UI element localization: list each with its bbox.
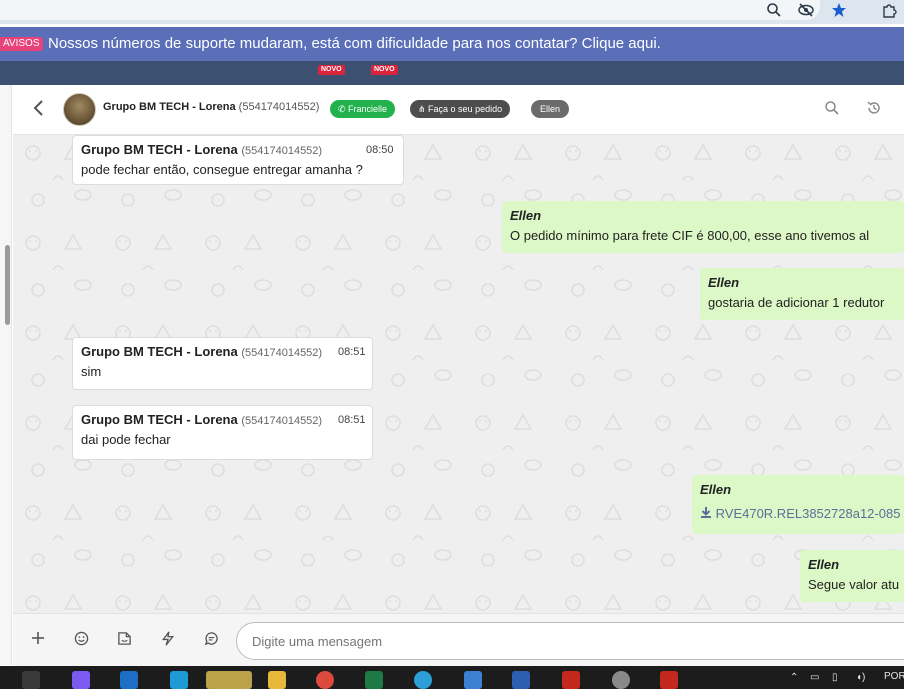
contact-name: Grupo BM TECH - Lorena (103, 101, 236, 113)
task-view-icon[interactable] (22, 671, 40, 689)
message-text: O pedido mínimo para frete CIF é 800,00,… (510, 228, 870, 243)
emoji-icon[interactable] (71, 631, 91, 651)
language-indicator[interactable]: POR (884, 671, 904, 683)
browser-toolbar (0, 0, 904, 24)
message-composer (13, 613, 904, 666)
conversation-header: Grupo BM TECH - Lorena (554174014552) ✆ … (13, 85, 904, 135)
network-icon[interactable]: ▭ (810, 672, 819, 684)
agent-tag-label: Francielle (348, 104, 388, 114)
os-taskbar: ⌃ ▭ ▯ ◖) POR (0, 666, 904, 689)
message-time: 08:51 (338, 414, 366, 426)
whatsapp-icon: ✆ (338, 104, 349, 114)
order-tag-label: Faça o seu pedido (428, 104, 503, 114)
left-scrollbar[interactable] (5, 245, 10, 325)
zoom-icon[interactable] (765, 2, 783, 20)
message-sender: Grupo BM TECH - Lorena (554174014552) (81, 412, 323, 427)
message-text: Segue valor atu (808, 577, 900, 592)
incoming-message[interactable]: Grupo BM TECH - Lorena (554174014552) 08… (72, 337, 373, 390)
skype-icon[interactable] (170, 671, 188, 689)
extensions-icon[interactable] (880, 2, 898, 20)
plus-icon[interactable] (28, 631, 48, 651)
file-name: RVE470R.REL3852728a12-085 (715, 506, 901, 521)
message-author: Ellen (708, 275, 740, 290)
left-panel-edge (0, 85, 12, 665)
contact-avatar[interactable] (63, 93, 96, 126)
notice-tag: AVISOS (0, 37, 43, 51)
message-text: sim (81, 364, 102, 379)
order-tag[interactable]: ⋔ Faça o seu pedido (410, 100, 511, 118)
message-sender: Grupo BM TECH - Lorena (554174014552) (81, 344, 323, 359)
edge-icon[interactable] (414, 671, 432, 689)
notice-message[interactable]: Nossos números de suporte mudaram, está … (48, 27, 661, 61)
file-explorer-icon[interactable] (268, 671, 286, 689)
sticker-icon[interactable] (114, 631, 134, 651)
outgoing-message[interactable]: Ellen O pedido mínimo para frete CIF é 8… (502, 201, 904, 253)
search-icon[interactable] (823, 100, 841, 118)
new-badge: NOVO (371, 65, 398, 75)
back-arrow-icon[interactable] (29, 97, 51, 121)
message-author: Ellen (700, 482, 732, 497)
star-icon[interactable] (830, 2, 848, 20)
lightning-icon[interactable] (158, 631, 178, 651)
excel-icon[interactable] (365, 671, 383, 689)
support-notice-banner[interactable]: AVISOS Nossos números de suporte mudaram… (0, 27, 904, 61)
eye-off-icon[interactable] (797, 2, 815, 20)
app-icon[interactable] (464, 671, 482, 689)
message-sender: Grupo BM TECH - Lorena (554174014552) (81, 142, 323, 157)
message-author: Ellen (510, 208, 542, 223)
new-badge: NOVO (318, 65, 345, 75)
message-author: Ellen (808, 557, 840, 572)
sitemap-icon: ⋔ (418, 104, 429, 114)
download-icon (700, 506, 716, 521)
contact-title[interactable]: Grupo BM TECH - Lorena (554174014552) (103, 101, 319, 113)
sticky-notes-icon[interactable] (206, 671, 252, 689)
acrobat-icon[interactable] (562, 671, 580, 689)
acrobat-icon[interactable] (660, 671, 678, 689)
message-time: 08:50 (366, 144, 394, 156)
app-icon[interactable] (612, 671, 630, 689)
copilot-icon[interactable] (72, 671, 90, 689)
address-bar[interactable] (0, 0, 820, 20)
tray-chevron-icon[interactable]: ⌃ (790, 672, 798, 684)
message-text: gostaria de adicionar 1 redutor (708, 295, 885, 310)
message-text: dai pode fechar (81, 432, 171, 447)
volume-icon[interactable]: ◖) (856, 672, 865, 684)
incoming-message[interactable]: Grupo BM TECH - Lorena (554174014552) 08… (72, 135, 404, 185)
word-icon[interactable] (512, 671, 530, 689)
contact-phone: (554174014552) (238, 101, 320, 113)
chrome-icon[interactable] (316, 671, 334, 689)
agent-tag[interactable]: ✆ Francielle (330, 100, 396, 118)
message-text: pode fechar então, consegue entregar ama… (81, 162, 363, 177)
outgoing-message[interactable]: Ellen gostaria de adicionar 1 redutor (700, 268, 904, 320)
outgoing-file-message[interactable]: Ellen RVE470R.REL3852728a12-085 (692, 475, 904, 534)
chat-messages-area[interactable]: Grupo BM TECH - Lorena (554174014552) 08… (13, 135, 904, 613)
top-nav-stripe: NOVO NOVO (0, 61, 904, 85)
outgoing-message[interactable]: Ellen Segue valor atu (800, 550, 904, 602)
incoming-message[interactable]: Grupo BM TECH - Lorena (554174014552) 08… (72, 405, 373, 460)
outlook-icon[interactable] (120, 671, 138, 689)
chat-bubble-icon[interactable] (201, 631, 221, 651)
message-time: 08:51 (338, 346, 366, 358)
battery-icon[interactable]: ▯ (832, 672, 838, 684)
history-icon[interactable] (865, 100, 883, 118)
user-tag[interactable]: Ellen (531, 100, 570, 118)
message-input[interactable] (236, 622, 904, 660)
file-attachment-link[interactable]: RVE470R.REL3852728a12-085 (700, 506, 900, 521)
